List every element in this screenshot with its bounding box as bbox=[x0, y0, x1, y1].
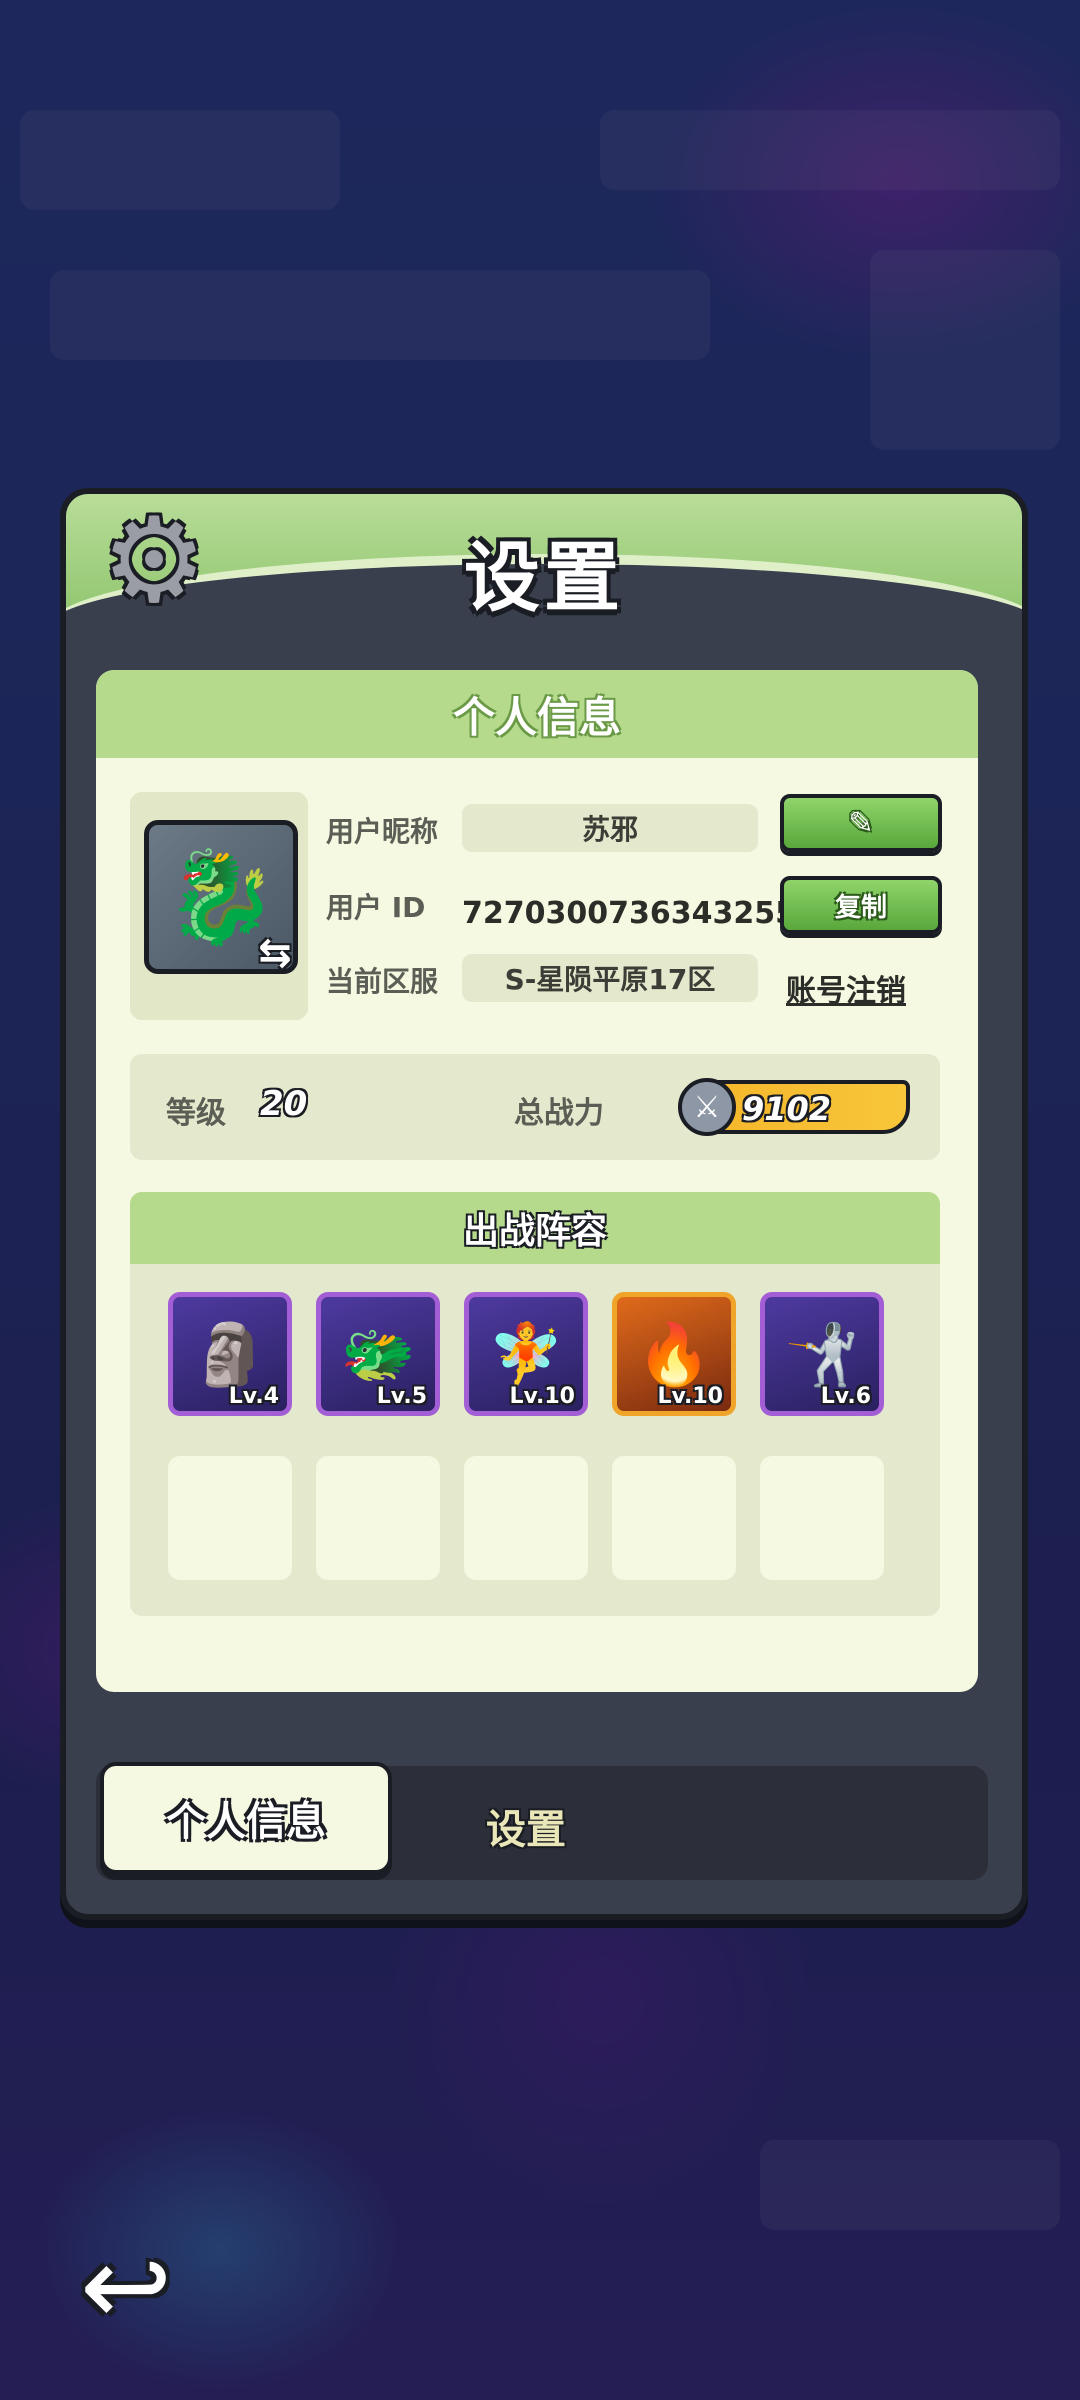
hero-slot-4[interactable]: 🔥 Lv.10 bbox=[612, 1292, 736, 1416]
level-value: 20 bbox=[260, 1084, 308, 1124]
hero-portrait-icon: 🧚 bbox=[488, 1319, 564, 1390]
hero-slot-1[interactable]: 🗿 Lv.4 bbox=[168, 1292, 292, 1416]
nickname-label: 用户昵称 bbox=[326, 815, 439, 848]
pencil-icon: ✎ bbox=[848, 805, 874, 841]
panel-title: 设置 bbox=[464, 533, 624, 622]
empty-slot[interactable] bbox=[464, 1456, 588, 1580]
hero-level: Lv.6 bbox=[820, 1384, 871, 1409]
swap-avatar-icon[interactable]: ⇆ bbox=[251, 929, 299, 977]
power-value: 9102 bbox=[742, 1090, 832, 1128]
hero-level: Lv.4 bbox=[228, 1384, 279, 1409]
user-id-value: 72703007363432550 bbox=[462, 896, 817, 931]
hero-level: Lv.10 bbox=[657, 1384, 723, 1409]
hero-level: Lv.10 bbox=[509, 1384, 575, 1409]
empty-slot[interactable] bbox=[316, 1456, 440, 1580]
empty-slot[interactable] bbox=[168, 1456, 292, 1580]
empty-slot[interactable] bbox=[760, 1456, 884, 1580]
lineup-title: 出战阵容 bbox=[130, 1192, 940, 1264]
tab-profile[interactable]: 个人信息 bbox=[100, 1762, 392, 1874]
tab-settings[interactable]: 设置 bbox=[426, 1786, 626, 1866]
stats-bar: 等级 20 总战力 ⚔ 9102 bbox=[130, 1054, 940, 1160]
copy-id-button[interactable]: 复制 bbox=[780, 876, 942, 934]
hero-portrait-icon: 🐲 bbox=[340, 1319, 416, 1390]
hero-portrait-icon: 🔥 bbox=[636, 1319, 712, 1390]
crossed-swords-icon: ⚔ bbox=[678, 1078, 736, 1136]
account-logout-link[interactable]: 账号注销 bbox=[786, 966, 906, 1010]
panel-header: ⚙ 设置 bbox=[66, 494, 1022, 634]
hero-slot-5[interactable]: 🤺 Lv.6 bbox=[760, 1292, 884, 1416]
level-label: 等级 bbox=[166, 1096, 226, 1131]
hero-slot-2[interactable]: 🐲 Lv.5 bbox=[316, 1292, 440, 1416]
nickname-value: 苏邪 bbox=[462, 804, 758, 852]
hero-portrait-icon: 🤺 bbox=[784, 1319, 860, 1390]
settings-panel: ⚙ 设置 个人信息 🐉 ⇆ 用户昵称 苏邪 ✎ 用户 ID 7270300736… bbox=[60, 488, 1028, 1920]
hero-slot-3[interactable]: 🧚 Lv.10 bbox=[464, 1292, 588, 1416]
avatar-container: 🐉 ⇆ bbox=[130, 792, 308, 1020]
server-value: S-星陨平原17区 bbox=[462, 954, 758, 1002]
hero-portrait-icon: 🗿 bbox=[192, 1319, 268, 1390]
battle-lineup: 出战阵容 🗿 Lv.4 🐲 Lv.5 🧚 Lv.10 🔥 Lv.10 🤺 Lv.… bbox=[130, 1192, 940, 1616]
user-id-label: 用户 ID bbox=[326, 891, 426, 924]
hero-level: Lv.5 bbox=[376, 1384, 427, 1409]
power-badge: ⚔ 9102 bbox=[678, 1078, 910, 1136]
back-arrow-icon[interactable]: ↩ bbox=[56, 2231, 196, 2341]
edit-nickname-button[interactable]: ✎ bbox=[780, 794, 942, 852]
profile-card: 个人信息 🐉 ⇆ 用户昵称 苏邪 ✎ 用户 ID 727030073634325… bbox=[96, 670, 978, 1692]
power-label: 总战力 bbox=[514, 1096, 604, 1131]
avatar[interactable]: 🐉 ⇆ bbox=[144, 820, 299, 977]
server-label: 当前区服 bbox=[326, 965, 439, 998]
empty-slot[interactable] bbox=[612, 1456, 736, 1580]
bottom-tab-bar: 个人信息 设置 bbox=[96, 1762, 988, 1880]
section-title: 个人信息 bbox=[96, 670, 978, 758]
